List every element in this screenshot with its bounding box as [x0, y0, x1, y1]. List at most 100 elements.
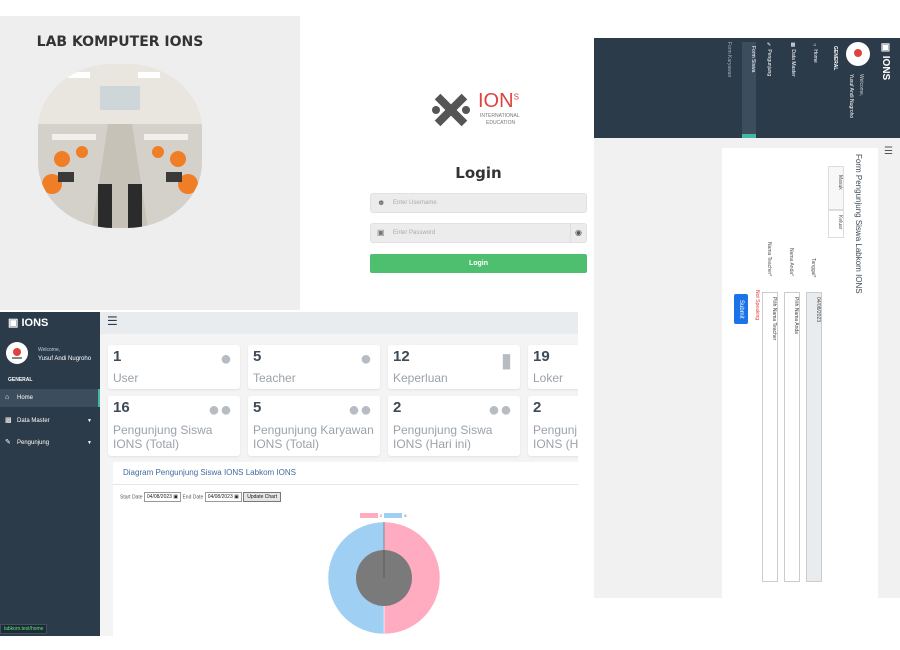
users-icon: ●●	[487, 399, 512, 421]
topbar: ☰	[100, 312, 578, 334]
card-pengunjung-karyawan-hari-ini[interactable]: 2 Pengunj IONS (H	[528, 396, 578, 456]
card-label: Keperluan	[393, 371, 448, 385]
card-pengunjung-siswa-hari-ini[interactable]: 2 Pengunjung Siswa IONS (Hari ini) ●●	[388, 396, 520, 456]
submit-button[interactable]: Submit	[734, 294, 748, 324]
ions-logo-icon: ▣	[880, 42, 891, 56]
users-icon: ●●	[207, 399, 232, 421]
card-label: Pengunj IONS (H	[533, 423, 578, 451]
sidebar-item-label: Home	[812, 49, 818, 63]
card-count: 2	[393, 399, 402, 416]
card-teacher[interactable]: 5 Teacher ●	[248, 345, 380, 389]
username-input[interactable]: ☻ Enter Username	[370, 193, 587, 213]
form-card: Form Pengunjung Siswa Labkom IONS Masuk …	[722, 148, 878, 598]
end-date-label: End Date	[182, 494, 204, 501]
avatar	[6, 342, 28, 364]
lock-icon: ▣	[377, 228, 385, 237]
logo-brand-sup: S	[513, 92, 519, 102]
sidebar-item-home[interactable]: ⌂ Home	[0, 389, 100, 407]
card-user[interactable]: 1 User ●	[108, 345, 240, 389]
card-label-line1: Pengunjung Siswa	[393, 423, 493, 437]
card-pengunjung-siswa-total[interactable]: 16 Pengunjung Siswa IONS (Total) ●●	[108, 396, 240, 456]
legend-item-0[interactable]: 2	[358, 513, 382, 519]
nama-anda-select[interactable]: Pilih Nama Anda	[784, 292, 800, 582]
card-label: Pengunjung Karyawan IONS (Total)	[253, 423, 374, 451]
sidebar-item-label: Pengunjung	[766, 49, 772, 77]
end-date-value: 04/08/2023	[207, 494, 233, 500]
eye-icon[interactable]: ◉	[570, 223, 586, 243]
login-button[interactable]: Login	[370, 254, 587, 273]
hamburger-icon[interactable]: ☰	[107, 314, 118, 328]
lab-panel: LAB KOMPUTER IONS	[0, 16, 300, 310]
chevron-down-icon: ▼	[87, 440, 92, 446]
logo-subtitle-1: INTERNATIONAL	[480, 113, 520, 119]
sidebar-item-data-master[interactable]: ▩ Data Master ▼	[0, 412, 100, 430]
rotated-sidebar: ▣ IONS Welcome, Yusuf Andi Nugroho GENER…	[594, 38, 900, 138]
card-label-line2: IONS (Total)	[253, 437, 320, 451]
logo-brand: ION	[478, 90, 514, 112]
welcome-text: Welcome,	[858, 74, 864, 97]
pie-chart	[327, 521, 441, 635]
chevron-down-icon: ▼	[87, 418, 92, 424]
user-icon: ☻	[377, 198, 386, 207]
users-icon: ●●	[347, 399, 372, 421]
sidebar-item-home[interactable]: ⌂ Home	[812, 42, 818, 63]
update-chart-button[interactable]: Update Chart	[243, 492, 281, 502]
username-placeholder: Enter Username	[393, 200, 437, 206]
tab-masuk[interactable]: Masuk	[828, 166, 844, 210]
edit-icon: ✎	[5, 439, 11, 446]
card-label-line2: IONS (Total)	[113, 437, 180, 451]
card-label: Teacher	[253, 371, 296, 385]
hamburger-icon[interactable]: ☰	[884, 146, 893, 157]
card-pengunjung-karyawan-total[interactable]: 5 Pengunjung Karyawan IONS (Total) ●●	[248, 396, 380, 456]
start-date-value: 04/08/2023	[146, 494, 172, 500]
card-keperluan[interactable]: 12 Keperluan ▮	[388, 345, 520, 389]
nama-teacher-select[interactable]: Pilih Nama Teacher	[762, 292, 778, 582]
sidebar-item-label: Data Master	[17, 418, 50, 424]
user-name: Yusuf Andi Nugroho	[848, 74, 854, 119]
legend-swatch	[384, 513, 403, 519]
card-count: 1	[113, 348, 122, 365]
card-count: 5	[253, 399, 262, 416]
sidebar-item-label: Home	[17, 395, 34, 401]
section-label: GENERAL	[8, 377, 33, 383]
tanggal-input[interactable]: 04/08/2023	[806, 292, 822, 582]
nama-teacher-label: Nama Teacher*	[766, 242, 772, 277]
chart-controls: Start Date 04/08/2023 ▣ End Date 04/08/2…	[120, 492, 281, 502]
status-url: labkom.test/home	[0, 624, 48, 634]
welcome-text: Welcome,	[38, 347, 61, 353]
password-input[interactable]: ▣ Enter Password ◉	[370, 223, 587, 243]
sidebar-item-data-master[interactable]: ▩ Data Master	[790, 42, 796, 77]
sidebar-brand-label: IONS	[880, 55, 891, 81]
start-date-label: Start Date	[120, 494, 143, 501]
validation-warning: Not Speaking	[754, 290, 760, 321]
sidebar-item-pengunjung[interactable]: ✎ Pengunjung	[766, 42, 772, 76]
sidebar-item-form-siswa[interactable]: Form Siswa	[742, 42, 756, 138]
user-icon: ●	[219, 348, 232, 370]
card-label: Loker	[533, 371, 564, 385]
tab-keluar[interactable]: Keluar	[828, 210, 844, 238]
sidebar-item-form-karyawan[interactable]: Form Karyawan	[726, 42, 732, 77]
chart-legend[interactable]: 28	[358, 513, 407, 519]
card-count: 2	[533, 399, 542, 416]
sidebar: ▣ IONS Welcome, Yusuf Andi Nugroho GENER…	[0, 312, 100, 636]
ions-logo-icon: ▣	[8, 317, 19, 329]
sidebar-brand[interactable]: ▣ IONS	[880, 42, 891, 80]
legend-swatch	[360, 513, 378, 519]
chart-card: Diagram Pengunjung Siswa IONS Labkom ION…	[113, 462, 578, 636]
card-count: 16	[113, 399, 130, 416]
card-count: 12	[393, 348, 410, 365]
divider	[113, 484, 578, 485]
briefcase-icon: ▮	[500, 350, 512, 372]
end-date-input[interactable]: 04/08/2023 ▣	[204, 492, 242, 502]
sidebar-item-pengunjung[interactable]: ✎ Pengunjung ▼	[0, 434, 100, 452]
sidebar-brand[interactable]: ▣ IONS	[8, 316, 48, 329]
legend-item-1[interactable]: 8	[382, 513, 407, 519]
card-count: 19	[533, 348, 550, 365]
start-date-input[interactable]: 04/08/2023 ▣	[143, 492, 182, 502]
card-label: Pengunjung Siswa IONS (Total)	[113, 423, 212, 451]
monitor-icon: ▩	[5, 417, 12, 424]
form-title: Form Pengunjung Siswa Labkom IONS	[854, 154, 863, 294]
card-loker[interactable]: 19 Loker	[528, 345, 578, 389]
card-label-line2: IONS (H	[533, 437, 578, 451]
legend-label: 8	[404, 513, 407, 518]
